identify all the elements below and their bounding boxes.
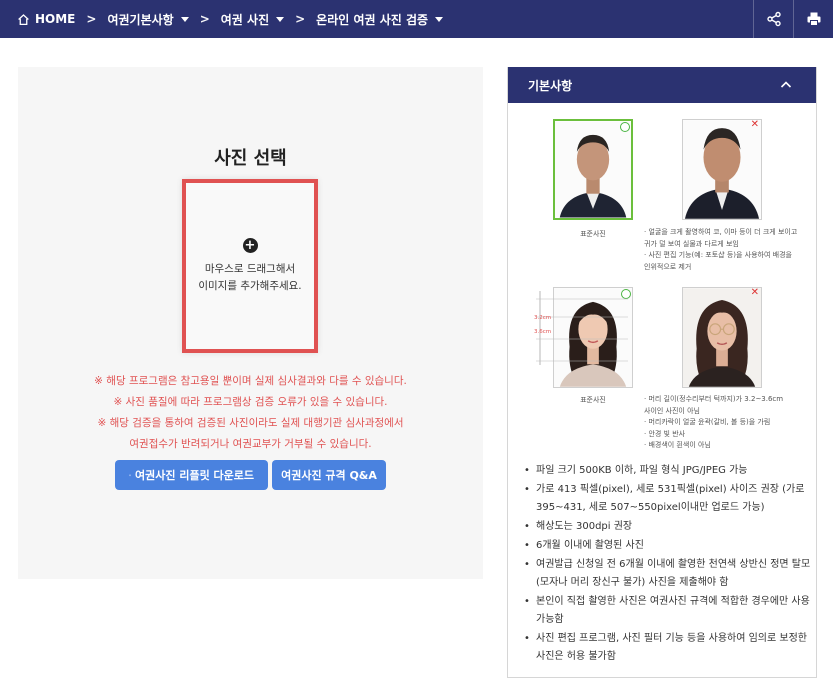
- action-buttons: 여권사진 리플릿 다운로드 여권사진 규격 Q&A: [18, 460, 483, 490]
- share-button[interactable]: [753, 0, 793, 38]
- print-icon: [807, 12, 820, 26]
- breadcrumb-home[interactable]: HOME: [35, 12, 75, 26]
- reject-mark-icon: ✕: [750, 287, 759, 298]
- photo-caption: 표준사진: [580, 230, 606, 238]
- warning-note: 여권접수가 반려되거나 여권교부가 거부될 수 있습니다.: [129, 438, 372, 450]
- photo-upload-panel: 사진 선택 + 마우스로 드래그해서 이미지를 추가해주세요. ※ 해당 프로그…: [18, 67, 483, 579]
- photo-qa-button[interactable]: 여권사진 규격 Q&A: [272, 460, 386, 490]
- nav-actions: [753, 0, 833, 38]
- reject-reasons-2: · 머리 길이(정수리부터 턱까지)가 3.2~3.6cm 사이인 사진이 아님…: [644, 395, 784, 449]
- list-item: 파일 크기 500KB 이하, 파일 형식 JPG/JPEG 가능: [522, 462, 812, 480]
- reject-mark-icon: ✕: [750, 119, 759, 130]
- list-item: 가로 413 픽셀(pixel), 세로 531픽셀(pixel) 사이즈 권장…: [522, 481, 812, 517]
- warning-note: ※ 해당 프로그램은 참고용일 뿐이며 실제 심사결과와 다를 수 있습니다.: [94, 375, 407, 387]
- ok-mark-icon: [620, 122, 630, 132]
- guide-label-min: 3.2cm: [534, 315, 552, 321]
- breadcrumb: HOME > 여권기본사항 > 여권 사진 > 온라인 여권 사진 검증: [0, 0, 444, 38]
- panel-header[interactable]: 기본사항: [508, 67, 816, 103]
- list-item: 해상도는 300dpi 권장: [522, 518, 812, 536]
- caret-down-icon[interactable]: [180, 17, 189, 22]
- warning-note: ※ 사진 품질에 따라 프로그램상 검증 오류가 있을 수 있습니다.: [113, 396, 388, 408]
- print-button[interactable]: [793, 0, 833, 38]
- warning-note: ※ 해당 검증을 통하여 검증된 사진이라도 실제 대행기관 심사과정에서: [97, 417, 404, 429]
- chevron-up-icon[interactable]: [780, 79, 792, 91]
- reject-reasons-1: · 얼굴을 크게 촬영하여 코, 이마 등이 더 크게 보이고 귀가 덜 보여 …: [644, 228, 798, 271]
- caret-down-icon[interactable]: [435, 17, 444, 22]
- image-drop-zone[interactable]: + 마우스로 드래그해서 이미지를 추가해주세요.: [182, 179, 318, 353]
- plus-icon[interactable]: +: [242, 237, 258, 253]
- chevron-right-icon: >: [86, 12, 97, 26]
- breadcrumb-passport-basics[interactable]: 여권기본사항: [107, 11, 173, 28]
- example-photo-good-man: [553, 119, 633, 220]
- share-icon: [766, 11, 781, 27]
- download-leaflet-button[interactable]: 여권사진 리플릿 다운로드: [115, 460, 268, 490]
- download-icon: [129, 474, 131, 476]
- woman-glasses-portrait-image: [683, 288, 761, 387]
- example-photo-bad-woman: ✕: [682, 287, 762, 388]
- list-item: 6개월 이내에 촬영된 사진: [522, 537, 812, 555]
- page-title: 사진 선택: [214, 148, 287, 169]
- measurement-guides: [536, 291, 628, 365]
- home-icon[interactable]: [17, 13, 30, 26]
- chevron-right-icon: >: [295, 12, 306, 26]
- man-portrait-image: [683, 120, 761, 219]
- breadcrumb-passport-photo[interactable]: 여권 사진: [221, 11, 269, 28]
- example-photo-bad-man: ✕: [682, 119, 762, 220]
- drop-instruction: 마우스로 드래그해서 이미지를 추가해주세요.: [198, 262, 302, 292]
- breadcrumb-online-verify[interactable]: 온라인 여권 사진 검증: [316, 11, 428, 28]
- list-item: 사진 편집 프로그램, 사진 필터 기능 등을 사용하여 임의로 보정한 사진은…: [522, 630, 812, 666]
- guide-label-max: 3.6cm: [534, 329, 552, 335]
- chevron-right-icon: >: [199, 12, 210, 26]
- caret-down-icon[interactable]: [276, 17, 285, 22]
- list-item: 본인이 직접 촬영한 사진은 여권사진 규격에 적합한 경우에만 사용가능함: [522, 593, 812, 629]
- basic-info-panel: 기본사항 표준사진 ✕ · 얼굴을 크게 촬영하여 코, 이마 등이 더 크게 …: [507, 67, 817, 678]
- list-item: 여권발급 신청일 전 6개월 이내에 촬영한 천연색 상반신 정면 탈모(모자나…: [522, 556, 812, 592]
- photo-caption: 표준사진: [580, 396, 606, 404]
- man-portrait-image: [555, 121, 631, 218]
- warning-notes: ※ 해당 프로그램은 참고용일 뿐이며 실제 심사결과와 다를 수 있습니다. …: [18, 371, 483, 455]
- photo-requirements-list: 파일 크기 500KB 이하, 파일 형식 JPG/JPEG 가능 가로 413…: [522, 462, 812, 667]
- top-navigation: HOME > 여권기본사항 > 여권 사진 > 온라인 여권 사진 검증: [0, 0, 833, 38]
